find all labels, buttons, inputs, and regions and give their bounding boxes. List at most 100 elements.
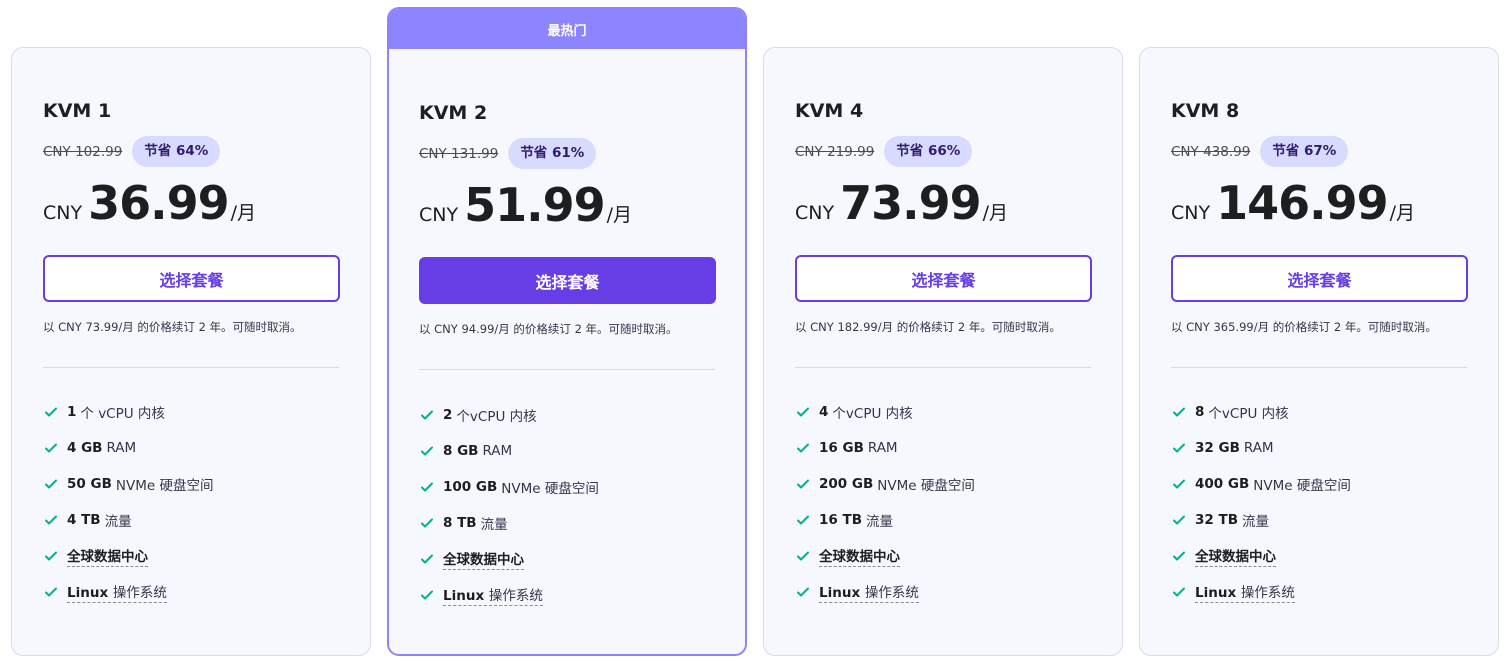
feature-datacenters: 全球数据中心	[43, 538, 213, 574]
feature-label: RAM	[106, 440, 137, 456]
plan-card-kvm1: KVM 1 CNY 102.99 节省 64% CNY 36.99 /月 选择套…	[11, 47, 371, 656]
feature-label: NVMe 硬盘空间	[501, 481, 599, 497]
feature-storage: 200 GB NVMe 硬盘空间	[795, 466, 975, 502]
price-amount: 51.99	[464, 178, 606, 232]
feature-label: 操作系统	[864, 585, 919, 601]
plan-name: KVM 1	[43, 100, 112, 122]
feature-tooltip-link[interactable]: 全球数据中心	[819, 545, 900, 567]
plan-card-kvm8: KVM 8 CNY 438.99 节省 67% CNY 146.99 /月 选择…	[1139, 47, 1499, 656]
feature-label: 个vCPU 内核	[1208, 406, 1289, 422]
feature-bandwidth: 32 TB 流量	[1171, 502, 1351, 538]
check-icon	[797, 515, 809, 525]
check-icon	[797, 551, 809, 561]
feature-tooltip-link[interactable]: Linux 操作系统	[819, 581, 919, 603]
feature-vcpu: 2 个vCPU 内核	[419, 397, 599, 433]
price: CNY 146.99 /月	[1171, 176, 1415, 230]
currency: CNY	[43, 202, 83, 224]
feature-label: RAM	[867, 440, 898, 456]
check-icon	[797, 479, 809, 489]
save-badge: 节省 67%	[1260, 136, 1349, 167]
feature-tooltip-link[interactable]: Linux 操作系统	[443, 584, 543, 606]
feature-label: 操作系统	[488, 588, 543, 604]
price-row: CNY 438.99 节省 67%	[1171, 136, 1349, 167]
check-icon	[421, 482, 433, 492]
feature-value: Linux	[1195, 585, 1237, 601]
price-amount: 36.99	[88, 176, 230, 230]
plan-name: KVM 2	[419, 102, 488, 124]
price-row: CNY 131.99 节省 61%	[419, 138, 597, 169]
feature-label: 个vCPU 内核	[456, 409, 537, 425]
feature-label: NVMe 硬盘空间	[115, 478, 214, 494]
feature-ram: 8 GB RAM	[419, 433, 599, 469]
feature-value: 200 GB	[819, 476, 874, 492]
price-row: CNY 219.99 节省 66%	[795, 136, 973, 167]
old-price: CNY 219.99	[795, 143, 875, 160]
check-icon	[797, 407, 809, 417]
feature-ram: 4 GB RAM	[43, 430, 213, 466]
check-icon	[1173, 479, 1185, 489]
feature-tooltip-link[interactable]: 全球数据中心	[443, 548, 524, 570]
feature-tooltip-link[interactable]: 全球数据中心	[67, 545, 148, 567]
feature-storage: 50 GB NVMe 硬盘空间	[43, 466, 213, 502]
feature-os: Linux 操作系统	[1171, 574, 1351, 610]
price-period: /月	[606, 204, 633, 226]
feature-tooltip-link[interactable]: Linux 操作系统	[67, 581, 167, 603]
feature-list: 4 个vCPU 内核 16 GB RAM 200 GB NVMe 硬盘空间 16 TB…	[795, 394, 975, 610]
check-icon	[797, 587, 809, 597]
feature-ram: 16 GB RAM	[795, 430, 975, 466]
feature-tooltip-link[interactable]: Linux 操作系统	[1195, 581, 1295, 603]
check-icon	[1173, 443, 1185, 453]
check-icon	[1173, 407, 1185, 417]
feature-vcpu: 1个 vCPU 内核	[43, 394, 213, 430]
feature-value: 8 TB	[443, 515, 477, 531]
feature-value: 1	[67, 404, 77, 420]
price-amount: 146.99	[1216, 176, 1389, 230]
select-plan-button[interactable]: 选择套餐	[43, 255, 340, 302]
feature-value: 4	[819, 404, 829, 420]
feature-label: 个vCPU 内核	[832, 406, 913, 422]
old-price: CNY 438.99	[1171, 143, 1251, 160]
plan-card-kvm4: KVM 4 CNY 219.99 节省 66% CNY 73.99 /月 选择套…	[763, 47, 1123, 656]
feature-value: 2	[443, 407, 453, 423]
feature-label: 流量	[1242, 514, 1269, 530]
feature-list: 1个 vCPU 内核 4 GB RAM 50 GB NVMe 硬盘空间 4 TB 流量…	[43, 394, 213, 610]
feature-vcpu: 8 个vCPU 内核	[1171, 394, 1351, 430]
select-plan-button[interactable]: 选择套餐	[795, 255, 1092, 302]
feature-datacenters: 全球数据中心	[795, 538, 975, 574]
most-popular-ribbon: 最热门	[389, 9, 745, 49]
feature-tooltip-link[interactable]: 全球数据中心	[1195, 545, 1276, 567]
feature-value: 400 GB	[1195, 476, 1250, 492]
price-row: CNY 102.99 节省 64%	[43, 136, 221, 167]
old-price: CNY 102.99	[43, 143, 123, 160]
feature-os: Linux 操作系统	[43, 574, 213, 610]
price: CNY 36.99 /月	[43, 176, 256, 230]
feature-vcpu: 4 个vCPU 内核	[795, 394, 975, 430]
price: CNY 73.99 /月	[795, 176, 1008, 230]
feature-label: RAM	[482, 443, 513, 459]
select-plan-button[interactable]: 选择套餐	[419, 257, 716, 304]
check-icon	[421, 410, 433, 420]
feature-label: 流量	[866, 514, 893, 530]
divider	[43, 367, 339, 368]
feature-label: 操作系统	[1240, 585, 1295, 601]
feature-storage: 100 GB NVMe 硬盘空间	[419, 469, 599, 505]
save-badge: 节省 61%	[508, 138, 597, 169]
feature-value: 8	[1195, 404, 1205, 420]
divider	[1171, 367, 1467, 368]
plan-card-kvm2: 最热门 KVM 2 CNY 131.99 节省 61% CNY 51.99 /月…	[387, 7, 747, 656]
old-price: CNY 131.99	[419, 145, 499, 162]
price: CNY 51.99 /月	[419, 178, 632, 232]
check-icon	[45, 515, 57, 525]
check-icon	[1173, 551, 1185, 561]
select-plan-button[interactable]: 选择套餐	[1171, 255, 1468, 302]
feature-value: 4 GB	[67, 440, 103, 456]
feature-value: Linux	[443, 588, 485, 604]
feature-os: Linux 操作系统	[795, 574, 975, 610]
feature-value: 4 TB	[67, 512, 101, 528]
renewal-note: 以 CNY 73.99/月 的价格续订 2 年。可随时取消。	[43, 320, 302, 334]
check-icon	[45, 407, 57, 417]
divider	[419, 369, 715, 370]
feature-value: 50 GB	[67, 476, 112, 492]
feature-value: 16 GB	[819, 440, 864, 456]
feature-list: 2 个vCPU 内核 8 GB RAM 100 GB NVMe 硬盘空间 8 TB 流量…	[419, 397, 599, 613]
